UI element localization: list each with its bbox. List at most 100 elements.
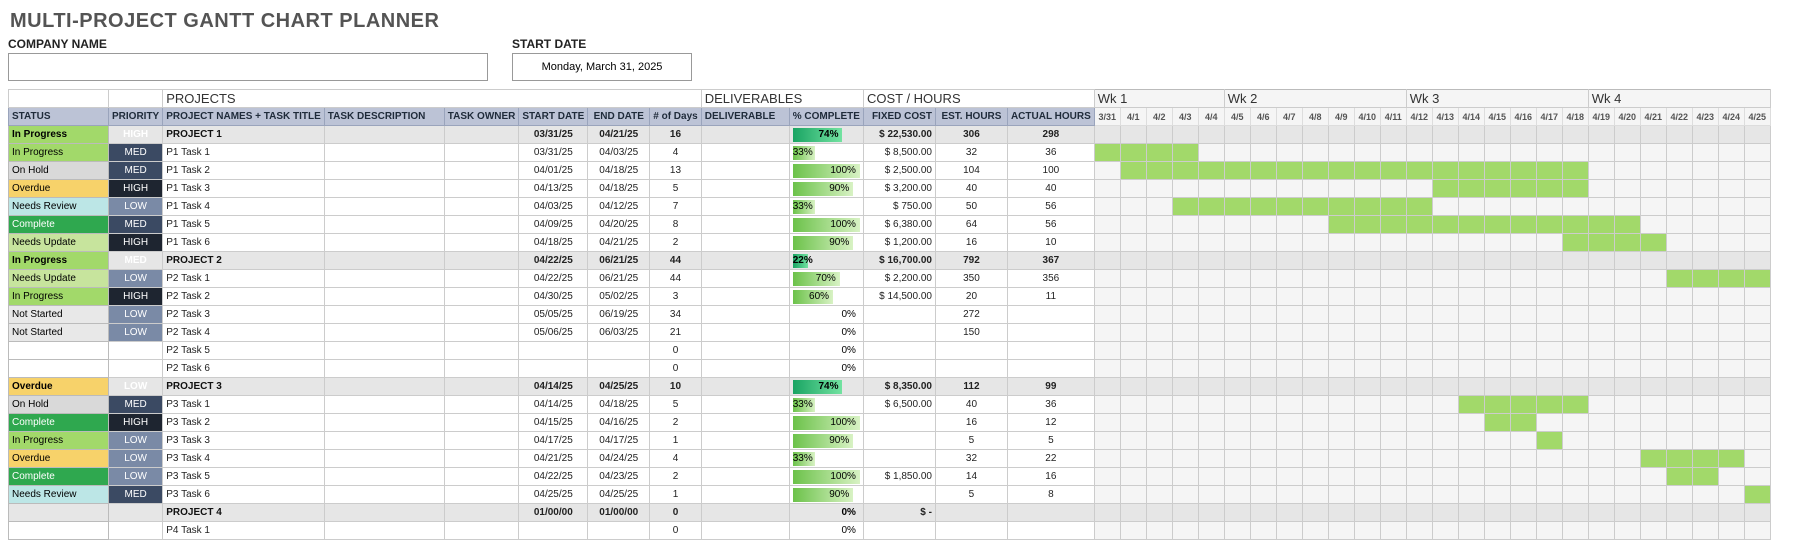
pct-complete[interactable]: 33% [789,198,863,216]
priority-cell[interactable]: LOW [109,306,163,324]
start-date[interactable]: 03/31/25 [519,126,588,144]
pct-complete[interactable]: 100% [789,216,863,234]
task-name[interactable]: PROJECT 2 [163,252,325,270]
desc-cell[interactable] [324,414,444,432]
pct-complete[interactable]: 70% [789,270,863,288]
task-name[interactable]: P1 Task 1 [163,144,325,162]
end-date[interactable]: 06/03/25 [588,324,650,342]
status-cell[interactable] [9,342,109,360]
pct-complete[interactable]: 100% [789,162,863,180]
status-cell[interactable]: In Progress [9,288,109,306]
pct-complete[interactable]: 0% [789,324,863,342]
cost-cell[interactable] [863,306,935,324]
days-cell[interactable]: 2 [650,468,701,486]
pct-complete[interactable]: 90% [789,432,863,450]
task-name[interactable]: P2 Task 2 [163,288,325,306]
owner-cell[interactable] [444,342,519,360]
deliverable-cell[interactable] [701,378,789,396]
desc-cell[interactable] [324,396,444,414]
act-hours[interactable] [1007,504,1094,522]
est-hours[interactable] [935,504,1007,522]
start-date[interactable]: 05/05/25 [519,306,588,324]
status-cell[interactable]: Needs Update [9,234,109,252]
owner-cell[interactable] [444,468,519,486]
pct-complete[interactable]: 33% [789,450,863,468]
priority-cell[interactable]: LOW [109,432,163,450]
task-name[interactable]: P2 Task 6 [163,360,325,378]
days-cell[interactable]: 0 [650,360,701,378]
pct-complete[interactable]: 0% [789,522,863,540]
act-hours[interactable] [1007,360,1094,378]
est-hours[interactable]: 5 [935,486,1007,504]
days-cell[interactable]: 2 [650,414,701,432]
est-hours[interactable]: 306 [935,126,1007,144]
owner-cell[interactable] [444,324,519,342]
days-cell[interactable]: 0 [650,522,701,540]
status-cell[interactable]: In Progress [9,432,109,450]
status-cell[interactable]: Not Started [9,306,109,324]
desc-cell[interactable] [324,486,444,504]
owner-cell[interactable] [444,252,519,270]
days-cell[interactable]: 44 [650,252,701,270]
cost-cell[interactable]: $ 6,500.00 [863,396,935,414]
cost-cell[interactable]: $ 2,200.00 [863,270,935,288]
task-name[interactable]: P3 Task 3 [163,432,325,450]
days-cell[interactable]: 8 [650,216,701,234]
deliverable-cell[interactable] [701,198,789,216]
act-hours[interactable]: 10 [1007,234,1094,252]
days-cell[interactable]: 34 [650,306,701,324]
end-date[interactable]: 04/25/25 [588,486,650,504]
status-cell[interactable] [9,504,109,522]
task-name[interactable]: P3 Task 5 [163,468,325,486]
priority-cell[interactable]: LOW [109,198,163,216]
act-hours[interactable]: 11 [1007,288,1094,306]
cost-cell[interactable] [863,486,935,504]
act-hours[interactable]: 356 [1007,270,1094,288]
task-name[interactable]: P3 Task 4 [163,450,325,468]
owner-cell[interactable] [444,288,519,306]
deliverable-cell[interactable] [701,162,789,180]
deliverable-cell[interactable] [701,504,789,522]
est-hours[interactable]: 350 [935,270,1007,288]
pct-complete[interactable]: 33% [789,396,863,414]
start-date[interactable]: 04/09/25 [519,216,588,234]
act-hours[interactable]: 22 [1007,450,1094,468]
cost-cell[interactable]: $ 16,700.00 [863,252,935,270]
start-date[interactable]: 01/00/00 [519,504,588,522]
desc-cell[interactable] [324,180,444,198]
cost-cell[interactable]: $ 14,500.00 [863,288,935,306]
task-name[interactable]: P1 Task 4 [163,198,325,216]
priority-cell[interactable]: HIGH [109,414,163,432]
start-date[interactable]: 04/13/25 [519,180,588,198]
priority-cell[interactable]: MED [109,252,163,270]
est-hours[interactable]: 112 [935,378,1007,396]
priority-cell[interactable] [109,360,163,378]
deliverable-cell[interactable] [701,306,789,324]
priority-cell[interactable]: MED [109,486,163,504]
pct-complete[interactable]: 74% [789,378,863,396]
deliverable-cell[interactable] [701,468,789,486]
owner-cell[interactable] [444,450,519,468]
cost-cell[interactable]: $ 1,850.00 [863,468,935,486]
deliverable-cell[interactable] [701,216,789,234]
start-date[interactable]: 04/01/25 [519,162,588,180]
owner-cell[interactable] [444,270,519,288]
cost-cell[interactable] [863,414,935,432]
est-hours[interactable]: 32 [935,450,1007,468]
act-hours[interactable]: 56 [1007,198,1094,216]
desc-cell[interactable] [324,504,444,522]
deliverable-cell[interactable] [701,180,789,198]
cost-cell[interactable] [863,342,935,360]
desc-cell[interactable] [324,378,444,396]
priority-cell[interactable] [109,522,163,540]
start-date[interactable] [519,360,588,378]
end-date[interactable]: 04/21/25 [588,126,650,144]
pct-complete[interactable]: 0% [789,306,863,324]
est-hours[interactable]: 64 [935,216,1007,234]
deliverable-cell[interactable] [701,324,789,342]
pct-complete[interactable]: 90% [789,180,863,198]
end-date[interactable]: 04/03/25 [588,144,650,162]
owner-cell[interactable] [444,216,519,234]
cost-cell[interactable] [863,522,935,540]
cost-cell[interactable] [863,432,935,450]
